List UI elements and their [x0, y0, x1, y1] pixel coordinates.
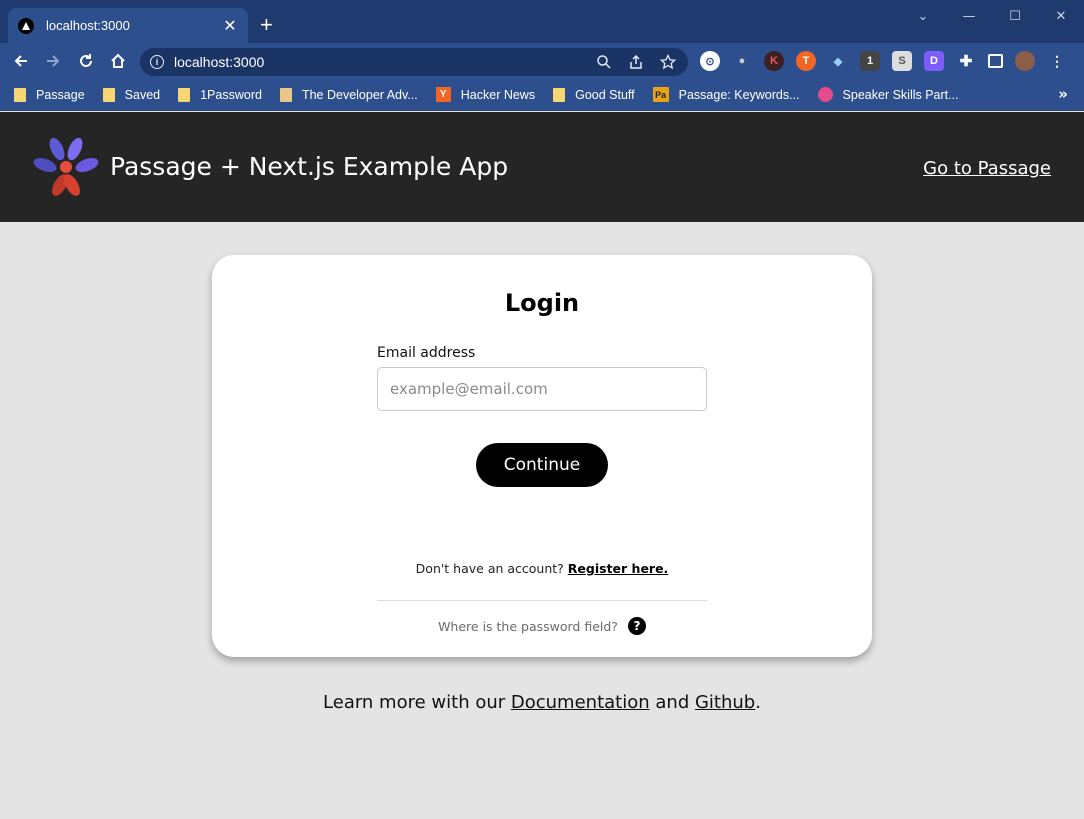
bookmark-label: Saved — [124, 87, 161, 102]
github-link[interactable]: Github — [695, 692, 755, 713]
passage-favicon-icon: Pa — [652, 87, 669, 102]
extension-lock-icon[interactable]: ⊙ — [700, 51, 720, 71]
folder-icon — [553, 87, 566, 102]
zoom-icon[interactable] — [594, 52, 614, 72]
bookmark-label: Speaker Skills Part... — [842, 87, 959, 102]
hacker-news-icon: Y — [435, 87, 451, 102]
app-header: Passage + Next.js Example App Go to Pass… — [0, 112, 1084, 222]
bookmark-saved[interactable]: Saved — [102, 87, 161, 102]
bookmark-1password[interactable]: 1Password — [178, 87, 262, 102]
bookmark-label: The Developer Adv... — [301, 87, 418, 102]
address-bar[interactable]: i localhost:3000 — [140, 48, 688, 76]
email-field[interactable] — [377, 367, 707, 411]
window-controls: ⌄ — ☐ ✕ — [900, 0, 1084, 32]
share-icon[interactable] — [626, 52, 646, 72]
maximize-icon[interactable]: ☐ — [992, 0, 1038, 32]
bookmark-hacker-news[interactable]: Y Hacker News — [435, 87, 536, 102]
tab-title: localhost:3000 — [46, 18, 130, 33]
login-card: Login Email address Continue Don't have … — [212, 255, 872, 657]
browser-tab[interactable]: localhost:3000 ✕ — [8, 8, 248, 43]
nextjs-favicon-icon — [18, 17, 34, 34]
bookmark-label: Passage — [36, 87, 85, 102]
bookmark-label: Hacker News — [460, 87, 536, 102]
profile-avatar[interactable] — [1015, 51, 1035, 71]
password-question-text: Where is the password field? — [438, 618, 618, 634]
page-icon — [279, 87, 292, 102]
back-icon[interactable] — [10, 50, 32, 72]
forward-icon[interactable] — [42, 50, 64, 72]
register-prompt: Don't have an account? Register here. — [212, 561, 872, 576]
learn-more-suffix: . — [755, 692, 761, 713]
home-icon[interactable] — [107, 50, 129, 72]
bookmark-label: Good Stuff — [575, 87, 635, 102]
extension-note-icon[interactable]: 1 — [860, 51, 880, 71]
speaker-favicon-icon — [817, 87, 833, 102]
folder-icon — [14, 87, 26, 102]
bookmark-passage-keywords[interactable]: Pa Passage: Keywords... — [652, 87, 800, 102]
bookmark-star-icon[interactable] — [658, 52, 678, 72]
extension-diamond-icon[interactable]: ◆ — [828, 51, 848, 71]
register-prompt-text: Don't have an account? — [415, 561, 564, 576]
extensions-puzzle-icon[interactable]: ✚ — [956, 51, 976, 71]
bookmark-developer-adv[interactable]: The Developer Adv... — [279, 87, 418, 102]
extension-d-icon[interactable]: D — [924, 51, 944, 71]
close-tab-icon[interactable]: ✕ — [222, 16, 238, 35]
email-label: Email address — [377, 345, 476, 361]
go-to-passage-link[interactable]: Go to Passage — [923, 158, 1051, 179]
folder-icon — [178, 87, 191, 102]
divider — [377, 600, 707, 601]
folder-icon — [102, 87, 115, 102]
password-help-row: Where is the password field? ? — [212, 617, 872, 635]
bookmark-label: Passage: Keywords... — [678, 87, 800, 102]
learn-more-text: Learn more with our Documentation and Gi… — [0, 692, 1084, 713]
reload-icon[interactable] — [75, 50, 97, 72]
bookmark-passage[interactable]: Passage — [14, 87, 85, 102]
bookmark-good-stuff[interactable]: Good Stuff — [553, 87, 635, 102]
url-text: localhost:3000 — [174, 54, 265, 70]
side-panel-icon[interactable] — [988, 54, 1003, 68]
register-link[interactable]: Register here. — [568, 561, 669, 576]
continue-button[interactable]: Continue — [476, 443, 608, 487]
extensions-row: ⊙ ● K T ◆ 1 S D ✚ ⋮ — [700, 51, 1067, 71]
bookmarks-overflow-icon[interactable]: » — [1058, 85, 1068, 103]
bookmark-speaker-skills[interactable]: Speaker Skills Part... — [817, 87, 959, 102]
learn-more-and: and — [655, 692, 690, 713]
browser-menu-icon[interactable]: ⋮ — [1047, 51, 1067, 71]
new-tab-button[interactable]: + — [260, 14, 273, 36]
tab-search-icon[interactable]: ⌄ — [900, 0, 946, 32]
bookmark-label: 1Password — [200, 87, 262, 102]
browser-toolbar: i localhost:3000 ⊙ ● K T ◆ 1 S D ✚ ⋮ — [0, 43, 1084, 79]
learn-more-prefix: Learn more with our — [323, 692, 506, 713]
extension-s-icon[interactable]: S — [892, 51, 912, 71]
extension-k-icon[interactable]: K — [764, 51, 784, 71]
browser-titlebar: localhost:3000 ✕ + ⌄ — ☐ ✕ — [0, 0, 1084, 43]
extension-t-icon[interactable]: T — [796, 51, 816, 71]
minimize-icon[interactable]: — — [946, 0, 992, 32]
site-info-icon[interactable]: i — [150, 55, 164, 69]
documentation-link[interactable]: Documentation — [511, 692, 650, 713]
help-icon[interactable]: ? — [627, 617, 646, 635]
app-title: Passage + Next.js Example App — [110, 152, 509, 181]
login-title: Login — [504, 289, 580, 317]
close-window-icon[interactable]: ✕ — [1038, 0, 1084, 32]
extension-leaf-icon[interactable]: ● — [732, 51, 752, 71]
passage-logo-icon — [33, 137, 99, 196]
bookmarks-bar: Passage Saved 1Password The Developer Ad… — [0, 79, 1084, 111]
